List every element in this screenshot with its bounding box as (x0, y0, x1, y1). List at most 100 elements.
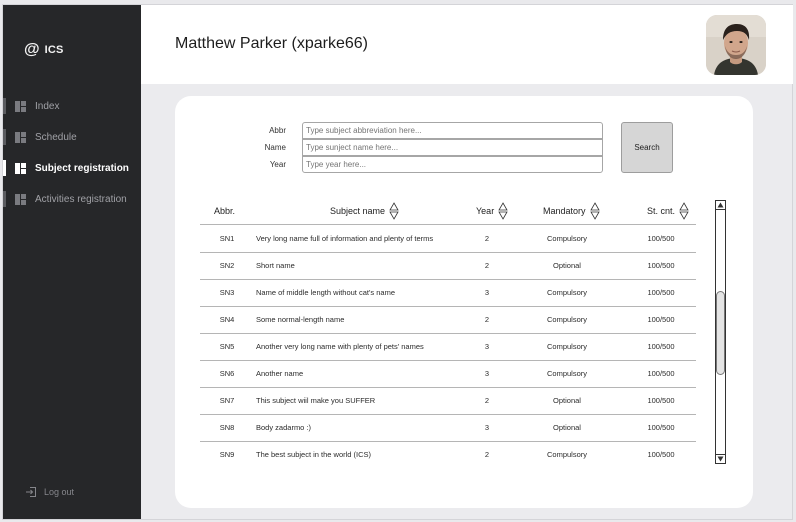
cell-mandatory: Compulsory (546, 288, 587, 297)
sidebar-item-label: Activities registration (35, 194, 127, 205)
column-header-label: Mandatory (543, 206, 586, 216)
app-logo[interactable]: @ ICS (24, 41, 64, 59)
logout-icon (26, 487, 36, 497)
cell-subject-name: Another very long name with plenty of pe… (256, 342, 424, 351)
column-header-label: Year (476, 206, 495, 216)
year-input[interactable] (302, 156, 603, 173)
sidebar-item-label: Schedule (35, 132, 77, 143)
column-header-subject-name: Subject name (330, 198, 399, 224)
page-header: Matthew Parker (xparke66) (141, 5, 793, 84)
sidebar-item-subject-registration[interactable]: Subject registration (3, 153, 141, 184)
sort-icon[interactable] (589, 202, 600, 220)
dashboard-icon (15, 101, 26, 112)
table-row[interactable]: SN5 Another very long name with plenty of… (200, 333, 696, 360)
cell-abbr: SN6 (219, 369, 235, 378)
column-header-label: Abbr. (214, 206, 236, 216)
column-header-year: Year (476, 198, 508, 224)
cell-student-count: 100/500 (647, 315, 675, 324)
table-row[interactable]: SN9 The best subject in the world (ICS) 2 C… (200, 441, 696, 468)
search-button[interactable]: Search (621, 122, 673, 173)
cell-abbr: SN7 (219, 396, 235, 405)
name-label: Name (264, 143, 286, 152)
column-header-abbr: Abbr. (214, 198, 254, 224)
sidebar-item-index[interactable]: Index (3, 91, 141, 122)
cell-mandatory: Compulsory (546, 369, 587, 378)
column-header-mandatory: Mandatory (543, 198, 600, 224)
cell-subject-name: Very long name full of information and p… (256, 234, 434, 243)
cell-subject-name: Body zadarmo :) (256, 423, 312, 432)
table-row[interactable]: SN4 Some normal-length name 2 Compulsory 100… (200, 306, 696, 333)
nav-indicator (3, 160, 6, 176)
sidebar-item-label: Subject registration (35, 163, 129, 174)
avatar[interactable] (706, 15, 766, 75)
nav-indicator (3, 129, 6, 145)
nav-indicator (3, 98, 6, 114)
cell-student-count: 100/500 (647, 234, 675, 243)
logo-symbol: @ (24, 41, 40, 58)
cell-abbr: SN1 (219, 234, 235, 243)
nav-indicator (3, 191, 6, 207)
cell-subject-name: Some normal-length name (256, 315, 345, 324)
column-header-count: St. cnt. (647, 198, 689, 224)
logout-label: Log out (44, 487, 75, 497)
sidebar-item-schedule[interactable]: Schedule (3, 122, 141, 153)
cell-student-count: 100/500 (647, 342, 675, 351)
cell-subject-name: This subject wiil make you SUFFER (256, 396, 376, 405)
cell-abbr: SN3 (219, 288, 235, 297)
table-row[interactable]: SN2 Short name 2 Optional 100/500 (200, 252, 696, 279)
cell-mandatory: Optional (553, 396, 581, 405)
sidebar-item-label: Index (35, 101, 60, 112)
cell-student-count: 100/500 (647, 450, 675, 459)
dashboard-icon (15, 132, 26, 143)
arrow-up-icon (717, 202, 724, 208)
sidebar-item-activities-registration[interactable]: Activities registration (3, 184, 141, 215)
sidebar: @ ICS Index Schedule Subject registratio… (3, 5, 141, 519)
cell-mandatory: Optional (553, 423, 581, 432)
cell-year: 2 (484, 450, 490, 459)
table-row[interactable]: SN3 Name of middle length without cat's n… (200, 279, 696, 306)
cell-year: 2 (484, 396, 490, 405)
cell-student-count: 100/500 (647, 261, 675, 270)
table-row[interactable]: SN8 Body zadarmo :) 3 Optional 100/500 (200, 414, 696, 441)
cell-mandatory: Compulsory (546, 450, 587, 459)
cell-student-count: 100/500 (647, 288, 675, 297)
scroll-up-button[interactable] (716, 201, 725, 210)
table-row[interactable]: SN7 This subject wiil make you SUFFER 2 Opt… (200, 387, 696, 414)
subject-registration-panel: Abbr Name Year Search Abbr. Subject name… (175, 96, 753, 508)
cell-abbr: SN2 (219, 261, 235, 270)
subject-name-input[interactable] (302, 139, 603, 156)
dashboard-icon (15, 194, 26, 205)
cell-subject-name: Short name (256, 261, 295, 270)
cell-year: 2 (484, 261, 490, 270)
table-row[interactable]: SN6 Another name 3 Compulsory 100/500 (200, 360, 696, 387)
sort-icon[interactable] (389, 202, 399, 220)
cell-mandatory: Compulsory (546, 342, 587, 351)
logo-text: ICS (44, 44, 64, 56)
cell-subject-name: Another name (256, 369, 304, 378)
table-row[interactable]: SN1 Very long name full of information an… (200, 225, 696, 252)
arrow-down-icon (717, 456, 724, 462)
abbr-input[interactable] (302, 122, 603, 139)
cell-student-count: 100/500 (647, 423, 675, 432)
scroll-down-button[interactable] (716, 454, 725, 463)
cell-mandatory: Optional (553, 261, 581, 270)
table-scrollbar[interactable] (715, 200, 726, 464)
cell-abbr: SN4 (219, 315, 235, 324)
cell-abbr: SN5 (219, 342, 235, 351)
cell-year: 2 (484, 234, 490, 243)
cell-year: 3 (484, 342, 490, 351)
cell-year: 3 (484, 288, 490, 297)
cell-mandatory: Compulsory (546, 234, 587, 243)
column-header-label: St. cnt. (647, 206, 676, 216)
cell-subject-name: The best subject in the world (ICS) (256, 450, 372, 459)
cell-abbr: SN8 (219, 423, 235, 432)
cell-year: 3 (484, 369, 490, 378)
sidebar-nav: Index Schedule Subject registration Acti… (3, 91, 141, 215)
cell-year: 3 (484, 423, 490, 432)
scroll-thumb[interactable] (716, 291, 725, 375)
cell-mandatory: Compulsory (546, 315, 587, 324)
logout-button[interactable]: Log out (25, 486, 74, 498)
sort-icon[interactable] (679, 202, 689, 220)
cell-student-count: 100/500 (647, 369, 675, 378)
sort-icon[interactable] (498, 202, 508, 220)
